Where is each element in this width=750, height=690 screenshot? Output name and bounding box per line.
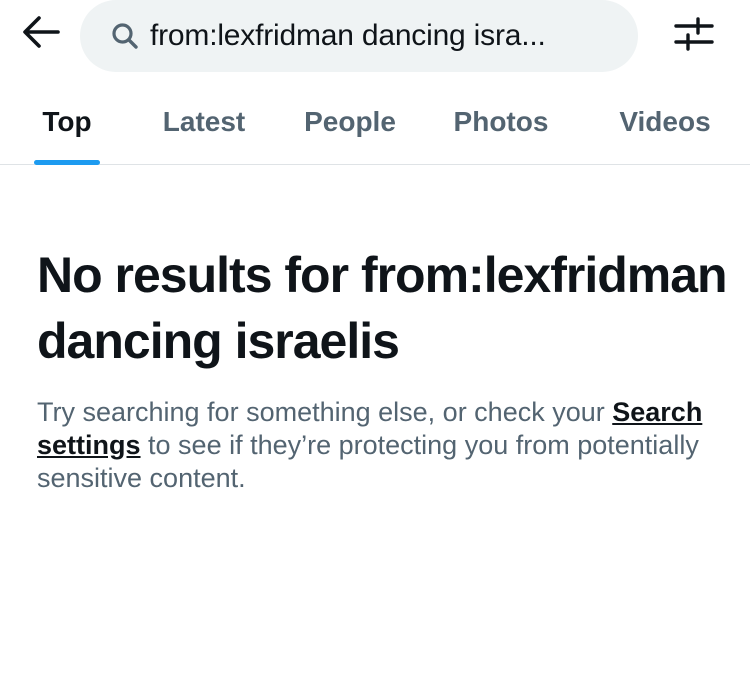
empty-state-text-before: Try searching for something else, or che… xyxy=(37,397,613,427)
tab-latest[interactable]: Latest xyxy=(150,80,258,164)
search-tabs: Top Latest People Photos Videos xyxy=(0,80,750,165)
empty-state-description: Try searching for something else, or che… xyxy=(37,396,727,495)
active-tab-indicator xyxy=(34,160,100,165)
tab-label: Latest xyxy=(162,106,246,137)
search-icon xyxy=(110,21,140,51)
arrow-left-icon xyxy=(22,15,60,54)
tab-people[interactable]: People xyxy=(294,80,406,164)
empty-state: No results for from:lexfridman dancing i… xyxy=(37,242,728,495)
back-button[interactable] xyxy=(18,14,64,54)
tab-photos[interactable]: Photos xyxy=(444,80,558,164)
tab-label: Top xyxy=(42,106,92,137)
tab-videos[interactable]: Videos xyxy=(608,80,722,164)
tab-top[interactable]: Top xyxy=(34,80,100,165)
sliders-icon xyxy=(674,16,714,56)
tab-label: Videos xyxy=(619,106,711,137)
tab-label: People xyxy=(304,106,396,137)
search-filter-button[interactable] xyxy=(668,12,720,60)
search-header: from:lexfridman dancing isra... xyxy=(0,0,750,80)
search-query: from:lexfridman dancing isra... xyxy=(150,19,546,52)
tab-label: Photos xyxy=(453,106,549,137)
search-input[interactable]: from:lexfridman dancing isra... xyxy=(80,0,638,72)
empty-state-title: No results for from:lexfridman dancing i… xyxy=(37,247,728,369)
